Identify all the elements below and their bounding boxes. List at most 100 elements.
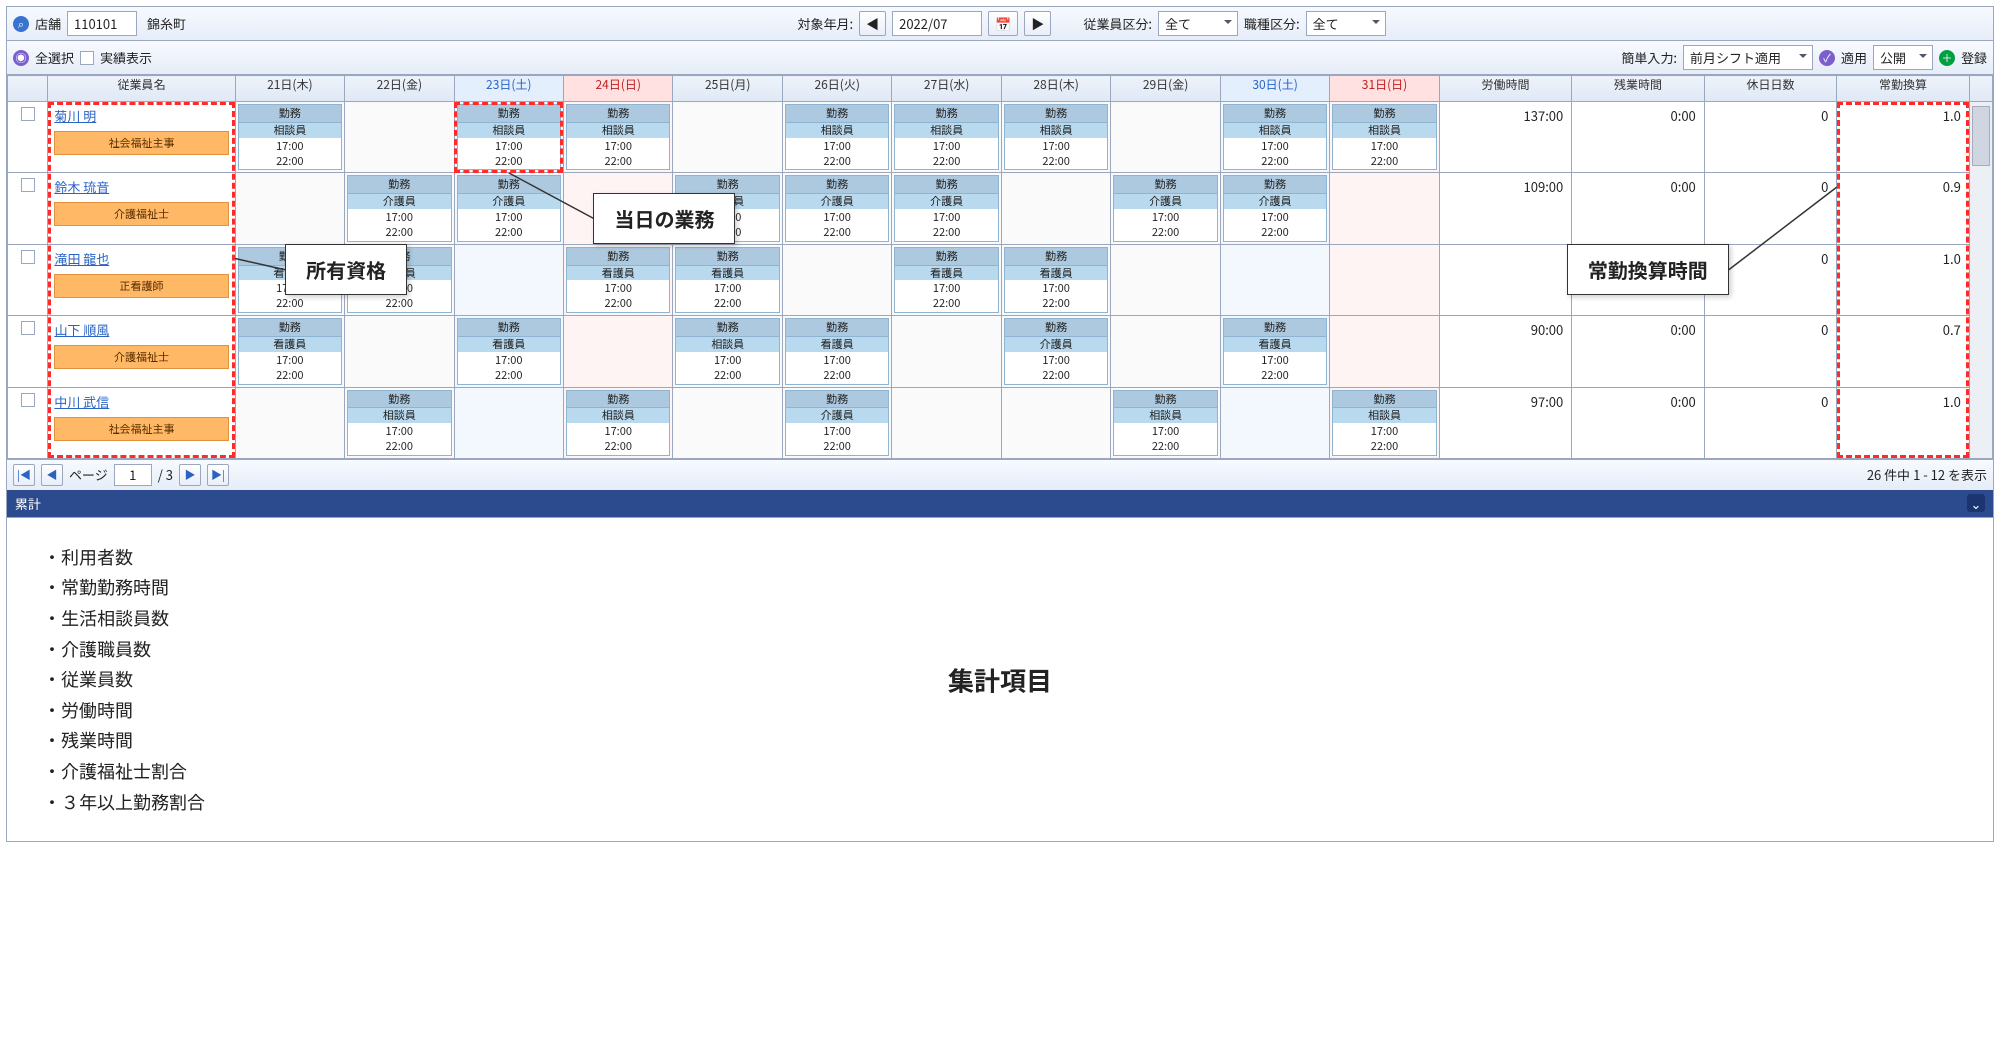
day-cell[interactable]: 勤務相談員17:0022:00 xyxy=(1330,387,1439,458)
day-cell[interactable] xyxy=(345,102,454,173)
shift-block[interactable]: 勤務介護員17:0022:00 xyxy=(1004,318,1108,384)
day-cell[interactable] xyxy=(563,173,672,244)
row-checkbox[interactable] xyxy=(21,178,35,192)
employee-name-link[interactable]: 中川 武信 xyxy=(54,392,109,411)
shift-block[interactable]: 勤務介護員17:0022:00 xyxy=(1113,175,1217,241)
day-cell[interactable] xyxy=(454,244,563,315)
pager-last-button[interactable]: ▶| xyxy=(207,464,229,486)
shift-block[interactable]: 勤務看護員17:0022:00 xyxy=(675,247,779,313)
day-cell[interactable]: 勤務相談員17:0022:00 xyxy=(563,102,672,173)
shift-block[interactable]: 勤務看護員17:0022:00 xyxy=(238,247,342,313)
day-cell[interactable] xyxy=(1111,316,1220,387)
employee-name-link[interactable]: 山下 順風 xyxy=(54,320,109,339)
shift-block[interactable]: 勤務相談員17:0022:00 xyxy=(1332,390,1436,456)
pager-first-button[interactable]: |◀ xyxy=(13,464,35,486)
day-cell[interactable]: 勤務看護員17:0022:00 xyxy=(235,316,344,387)
shift-block[interactable]: 勤務相談員17:0022:00 xyxy=(1004,104,1108,170)
collapse-icon[interactable]: ⌄ xyxy=(1967,494,1985,512)
shift-block[interactable]: 勤務看護員17:0022:00 xyxy=(1004,247,1108,313)
shift-block[interactable]: 勤務看護員17:0022:00 xyxy=(894,247,998,313)
shift-block[interactable]: 勤務相談員17:0022:00 xyxy=(675,318,779,384)
scrollbar[interactable] xyxy=(1969,102,1992,459)
day-cell[interactable] xyxy=(1111,102,1220,173)
day-cell[interactable] xyxy=(1330,173,1439,244)
day-cell[interactable] xyxy=(892,387,1001,458)
day-cell[interactable] xyxy=(1001,173,1110,244)
day-cell[interactable] xyxy=(235,387,344,458)
emp-cat-select[interactable]: 全て xyxy=(1158,11,1238,36)
day-cell[interactable]: 勤務看護員17:0022:00 xyxy=(782,316,891,387)
select-all-icon[interactable]: ◉ xyxy=(13,50,29,66)
shift-block[interactable]: 勤務介護員17:0022:00 xyxy=(675,175,779,241)
shift-block[interactable]: 勤務相談員17:0022:00 xyxy=(1332,104,1436,170)
day-cell[interactable]: 勤務相談員17:0022:00 xyxy=(235,102,344,173)
day-cell[interactable]: 勤務相談員17:0022:00 xyxy=(1111,387,1220,458)
day-cell[interactable] xyxy=(782,244,891,315)
day-cell[interactable] xyxy=(1220,387,1329,458)
day-cell[interactable]: 勤務介護員17:0022:00 xyxy=(1220,173,1329,244)
day-cell[interactable]: 勤務介護員17:0022:00 xyxy=(454,173,563,244)
employee-name-link[interactable]: 滝田 龍也 xyxy=(54,249,109,268)
day-cell[interactable]: 勤務介護員17:0022:00 xyxy=(345,173,454,244)
day-cell[interactable]: 勤務相談員17:0022:00 xyxy=(673,316,782,387)
day-cell[interactable]: 勤務看護員17:0022:00 xyxy=(454,316,563,387)
row-checkbox[interactable] xyxy=(21,250,35,264)
shift-block[interactable]: 勤務相談員17:0022:00 xyxy=(457,104,561,170)
easy-input-select[interactable]: 前月シフト適用 xyxy=(1683,45,1813,70)
shift-block[interactable]: 勤務相談員17:0022:00 xyxy=(785,104,889,170)
day-cell[interactable]: 勤務看護員17:0022:00 xyxy=(673,244,782,315)
row-checkbox[interactable] xyxy=(21,321,35,335)
shift-block[interactable]: 勤務看護員17:0022:00 xyxy=(238,318,342,384)
shift-block[interactable]: 勤務看護員17:0022:00 xyxy=(457,318,561,384)
shift-block[interactable]: 勤務相談員17:0022:00 xyxy=(566,390,670,456)
shift-block[interactable]: 勤務看護員17:0022:00 xyxy=(347,247,451,313)
pager-page-input[interactable]: 1 xyxy=(114,464,152,486)
day-cell[interactable]: 勤務相談員17:0022:00 xyxy=(454,102,563,173)
day-cell[interactable] xyxy=(1111,244,1220,315)
pager-prev-button[interactable]: ◀ xyxy=(41,464,63,486)
shift-block[interactable]: 勤務介護員17:0022:00 xyxy=(1223,175,1327,241)
search-icon[interactable]: ⌕ xyxy=(13,16,29,32)
shift-block[interactable]: 勤務相談員17:0022:00 xyxy=(238,104,342,170)
prev-month-button[interactable]: ◀ xyxy=(859,11,886,36)
shift-block[interactable]: 勤務相談員17:0022:00 xyxy=(566,104,670,170)
pager-next-button[interactable]: ▶ xyxy=(179,464,201,486)
employee-name-link[interactable]: 菊川 明 xyxy=(54,106,96,125)
next-month-button[interactable]: ▶ xyxy=(1024,11,1051,36)
day-cell[interactable] xyxy=(673,387,782,458)
shift-block[interactable]: 勤務介護員17:0022:00 xyxy=(785,390,889,456)
row-checkbox[interactable] xyxy=(21,393,35,407)
shift-block[interactable]: 勤務介護員17:0022:00 xyxy=(894,175,998,241)
shift-block[interactable]: 勤務介護員17:0022:00 xyxy=(457,175,561,241)
day-cell[interactable]: 勤務相談員17:0022:00 xyxy=(1330,102,1439,173)
day-cell[interactable] xyxy=(1330,316,1439,387)
day-cell[interactable]: 勤務看護員17:0022:00 xyxy=(892,244,1001,315)
day-cell[interactable]: 勤務看護員17:0022:00 xyxy=(1001,244,1110,315)
apply-button[interactable]: 適用 xyxy=(1841,48,1867,67)
day-cell[interactable] xyxy=(1001,387,1110,458)
shift-block[interactable]: 勤務看護員17:0022:00 xyxy=(566,247,670,313)
day-cell[interactable] xyxy=(1220,244,1329,315)
store-code-input[interactable]: 110101 xyxy=(67,11,137,36)
day-cell[interactable]: 勤務相談員17:0022:00 xyxy=(782,102,891,173)
day-cell[interactable]: 勤務介護員17:0022:00 xyxy=(1001,316,1110,387)
day-cell[interactable] xyxy=(673,102,782,173)
shift-block[interactable]: 勤務相談員17:0022:00 xyxy=(1113,390,1217,456)
day-cell[interactable]: 勤務相談員17:0022:00 xyxy=(563,387,672,458)
publish-select[interactable]: 公開 xyxy=(1873,45,1933,70)
day-cell[interactable]: 勤務介護員17:0022:00 xyxy=(1111,173,1220,244)
shift-block[interactable]: 勤務看護員17:0022:00 xyxy=(785,318,889,384)
day-cell[interactable]: 勤務相談員17:0022:00 xyxy=(345,387,454,458)
shift-block[interactable]: 勤務看護員17:0022:00 xyxy=(1223,318,1327,384)
day-cell[interactable]: 勤務介護員17:0022:00 xyxy=(892,173,1001,244)
shift-block[interactable]: 勤務相談員17:0022:00 xyxy=(1223,104,1327,170)
day-cell[interactable]: 勤務相談員17:0022:00 xyxy=(1001,102,1110,173)
select-all-label[interactable]: 全選択 xyxy=(35,48,74,67)
day-cell[interactable] xyxy=(563,316,672,387)
month-input[interactable]: 2022/07 xyxy=(892,11,982,36)
register-button[interactable]: 登録 xyxy=(1961,48,1987,67)
calendar-icon[interactable]: 📅 xyxy=(988,11,1018,36)
employee-name-link[interactable]: 鈴木 琉音 xyxy=(54,177,109,196)
day-cell[interactable]: 勤務介護員17:0022:00 xyxy=(673,173,782,244)
day-cell[interactable] xyxy=(892,316,1001,387)
